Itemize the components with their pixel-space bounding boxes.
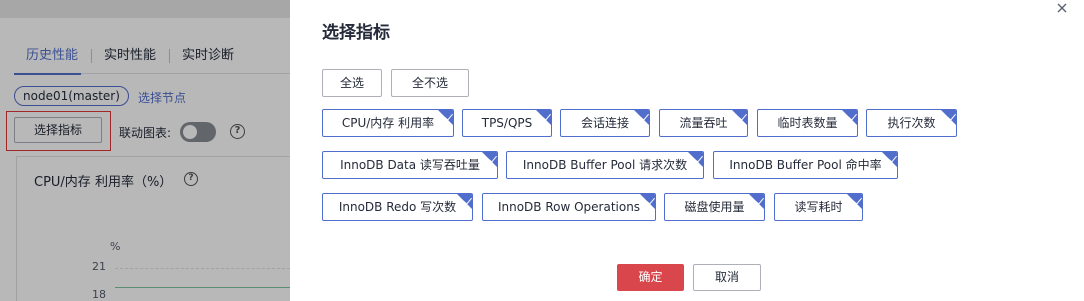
background-page: 历史性能 实时性能 实时诊断 node01(master) 选择节点 选择指标 … xyxy=(0,0,290,301)
select-all-button[interactable]: 全选 xyxy=(322,69,382,97)
check-corner-icon xyxy=(640,194,655,209)
metric-chip-row-operations[interactable]: InnoDB Row Operations xyxy=(482,193,656,221)
metric-chip-io-latency[interactable]: 读写耗时 xyxy=(774,193,863,221)
check-corner-icon xyxy=(457,194,472,209)
close-icon[interactable] xyxy=(1054,0,1070,16)
metric-chip-label: 读写耗时 xyxy=(794,200,843,214)
metric-chip-tps-qps[interactable]: TPS/QPS xyxy=(462,109,552,137)
metric-chip-innodb-data[interactable]: InnoDB Data 读写吞吐量 xyxy=(322,151,498,179)
metric-chip-label: InnoDB Redo 写次数 xyxy=(338,200,457,214)
check-corner-icon xyxy=(536,110,551,125)
check-corner-icon xyxy=(634,110,649,125)
metric-chip-label: 流量吞吐 xyxy=(679,116,728,130)
check-corner-icon xyxy=(482,152,497,167)
metric-chip-label: InnoDB Row Operations xyxy=(497,200,641,214)
metric-chip-throughput[interactable]: 流量吞吐 xyxy=(659,109,748,137)
check-corner-icon xyxy=(941,110,956,125)
check-corner-icon xyxy=(438,110,453,125)
metric-chip-label: TPS/QPS xyxy=(481,116,533,130)
check-corner-icon xyxy=(688,152,703,167)
select-metrics-drawer: 选择指标 全选 全不选 CPU/内存 利用率 TPS/QPS 会话连接 流量吞吐… xyxy=(290,0,1084,301)
metric-chip-label: 临时表数量 xyxy=(777,116,838,130)
metric-chip-label: 执行次数 xyxy=(887,116,936,130)
metric-chip-innodb-redo[interactable]: InnoDB Redo 写次数 xyxy=(322,193,473,221)
check-corner-icon xyxy=(842,110,857,125)
metric-chip-label: InnoDB Buffer Pool 命中率 xyxy=(729,158,882,172)
check-corner-icon xyxy=(749,194,764,209)
drawer-title: 选择指标 xyxy=(322,23,390,43)
check-corner-icon xyxy=(732,110,747,125)
metric-chip-label: InnoDB Data 读写吞吐量 xyxy=(340,158,480,172)
metric-chip-sessions[interactable]: 会话连接 xyxy=(560,109,650,137)
metric-chip-buffer-pool-requests[interactable]: InnoDB Buffer Pool 请求次数 xyxy=(506,151,704,179)
metric-chip-buffer-pool-hit-rate[interactable]: InnoDB Buffer Pool 命中率 xyxy=(713,151,898,179)
metric-chip-temp-tables[interactable]: 临时表数量 xyxy=(757,109,858,137)
cancel-button[interactable]: 取消 xyxy=(693,264,761,291)
metric-chip-label: CPU/内存 利用率 xyxy=(341,116,435,130)
check-corner-icon xyxy=(847,194,862,209)
metric-chip-cpu-memory[interactable]: CPU/内存 利用率 xyxy=(322,109,454,137)
metric-chip-disk-usage[interactable]: 磁盘使用量 xyxy=(664,193,765,221)
metric-chip-executions[interactable]: 执行次数 xyxy=(866,109,957,137)
modal-overlay[interactable] xyxy=(0,0,290,301)
confirm-button[interactable]: 确定 xyxy=(617,264,684,291)
metric-chip-label: 磁盘使用量 xyxy=(684,200,745,214)
check-corner-icon xyxy=(882,152,897,167)
metric-chip-label: 会话连接 xyxy=(580,116,629,130)
metric-chip-label: InnoDB Buffer Pool 请求次数 xyxy=(522,158,688,172)
select-none-button[interactable]: 全不选 xyxy=(391,69,469,97)
